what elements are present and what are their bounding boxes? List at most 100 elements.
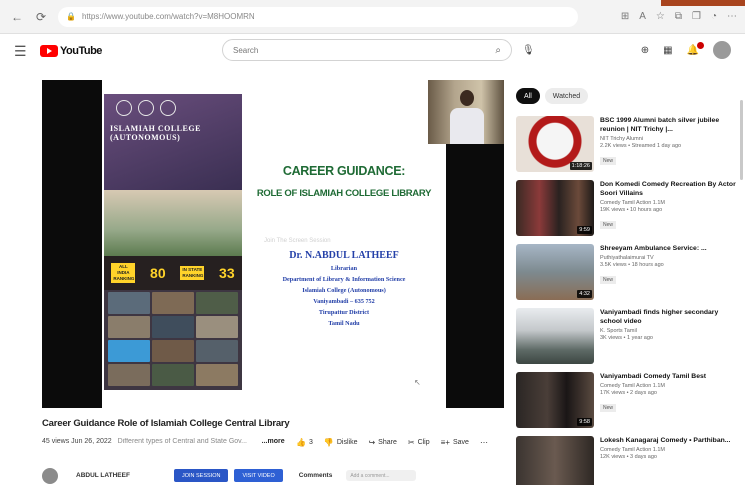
tab-grid-icon[interactable]: ⊞ [621, 11, 629, 22]
profile-icon[interactable]: ◔ [711, 11, 717, 22]
recommendation-title[interactable]: Shreeyam Ambulance Service: ... [600, 244, 742, 253]
recommendation-item[interactable]: 1:18:26 BSC 1999 Alumni batch silver jub… [516, 116, 745, 174]
photo-tile [196, 316, 238, 338]
video-actions: 👍 3 👎 Dislike ↪ Share ✂ Clip ≡+ Save ⋯ [296, 438, 488, 447]
recommendation-title[interactable]: Vaniyambadi Comedy Tamil Best [600, 372, 742, 381]
save-button[interactable]: ≡+ Save [441, 438, 469, 447]
slide-content: CAREER GUIDANCE: ROLE OF ISLAMIAH COLLEG… [242, 80, 446, 408]
recommendation-title[interactable]: BSC 1999 Alumni batch silver jubilee reu… [600, 116, 742, 134]
save-label: Save [452, 439, 469, 446]
video-duration: 1:18:26 [569, 162, 592, 170]
recommendation-item[interactable]: 9:58 Vaniyambadi Comedy Tamil Best Comed… [516, 372, 745, 430]
video-thumbnail[interactable]: 9:59 [516, 180, 594, 236]
speaker-head [460, 90, 474, 106]
photo-tile [108, 316, 150, 338]
recommendation-channel[interactable]: Puthiyathalaimurai TV [600, 255, 742, 261]
video-duration: 9:59 [577, 226, 592, 234]
video-duration: 4:32 [577, 290, 592, 298]
clip-button[interactable]: ✂ Clip [408, 438, 430, 447]
search-input[interactable]: Search ⌕ [222, 39, 512, 61]
recommendation-item[interactable]: Lokesh Kanagaraj Comedy • Parthiban... C… [516, 436, 745, 485]
url-text: https://www.youtube.com/watch?v=M8HOOMRN [81, 12, 255, 21]
ranking-value-1: 80 [150, 265, 166, 281]
address-bar[interactable]: 🔒 https://www.youtube.com/watch?v=M8HOOM… [58, 6, 578, 27]
more-icon[interactable]: ⋯ [727, 11, 737, 22]
recommendation-item[interactable]: 4:32 Shreeyam Ambulance Service: ... Put… [516, 244, 745, 302]
presenter-district: Tirupattur District [318, 309, 370, 316]
video-meta[interactable]: 45 views Jun 26, 2022 Different types of… [42, 438, 285, 445]
channel-avatar[interactable] [42, 467, 58, 484]
browser-toolbar: ← ⟳ 🔒 https://www.youtube.com/watch?v=M8… [0, 0, 745, 34]
account-avatar[interactable] [713, 41, 731, 59]
comment-input[interactable]: Add a comment... [346, 470, 417, 481]
letterbox-right [446, 144, 504, 408]
more-actions-button[interactable]: ⋯ [480, 438, 488, 447]
notifications-icon[interactable]: 🔔 [687, 41, 704, 56]
recommendation-item[interactable]: Vaniyambadi finds higher secondary schoo… [516, 308, 745, 366]
refresh-icon[interactable]: ⟳ [32, 8, 50, 26]
share-label: Share [378, 439, 397, 446]
youtube-play-icon [40, 45, 58, 57]
show-more-link[interactable]: ...more [262, 438, 285, 445]
back-icon[interactable]: ← [8, 8, 26, 26]
like-count: 3 [308, 439, 313, 446]
create-icon[interactable]: ⊕ [641, 45, 649, 56]
ranking-label-2: IN STATE RANKING [180, 266, 205, 280]
video-thumbnail[interactable] [516, 308, 594, 364]
clip-label: Clip [417, 439, 430, 446]
video-thumbnail[interactable]: 4:32 [516, 244, 594, 300]
youtube-header: ☰ YouTube Search ⌕ 🎙 ⊕ ▦ 🔔 [0, 34, 745, 68]
slide-title: CAREER GUIDANCE: [282, 164, 406, 178]
recommendation-title[interactable]: Vaniyambadi finds higher secondary schoo… [600, 308, 742, 326]
presenter-name: Dr. N.ABDUL LATHEEF [289, 250, 399, 261]
youtube-logo[interactable]: YouTube [40, 45, 102, 57]
recommendation-channel[interactable]: Comedy Tamil Action 1.1M [600, 383, 742, 389]
recommendation-title[interactable]: Lokesh Kanagaraj Comedy • Parthiban... [600, 436, 742, 445]
recommendation-channel[interactable]: Comedy Tamil Action 1.1M [600, 447, 742, 453]
presenter-college: Islamiah College (Autonomous) [302, 287, 386, 294]
video-player[interactable]: ISLAMIAH COLLEGE (AUTONOMOUS) ALL INDIA … [42, 80, 504, 408]
hamburger-menu-icon[interactable]: ☰ [14, 43, 32, 60]
photo-tile [152, 292, 194, 314]
search-icon[interactable]: ⌕ [495, 45, 501, 56]
chip-all[interactable]: All [516, 88, 540, 104]
video-thumbnail[interactable] [516, 436, 594, 485]
presenter-role: Librarian [330, 265, 358, 272]
recommendation-title[interactable]: Don Komedi Comedy Recreation By Actor So… [600, 180, 742, 198]
search-placeholder: Search [233, 45, 259, 55]
page-scrollbar[interactable] [740, 100, 743, 180]
webcam-overlay [428, 80, 504, 144]
visit-button[interactable]: VISIT VIDEO [234, 469, 283, 482]
video-thumbnail[interactable]: 1:18:26 [516, 116, 594, 172]
apps-icon[interactable]: ▦ [663, 45, 672, 56]
recommendation-item[interactable]: 9:59 Don Komedi Comedy Recreation By Act… [516, 180, 745, 238]
join-button[interactable]: JOIN SESSION [173, 469, 229, 482]
collections-icon[interactable]: ❐ [692, 11, 701, 22]
filter-chips: All Watched [516, 88, 589, 104]
recommendation-channel[interactable]: Comedy Tamil Action 1.1M [600, 200, 742, 206]
college-building-image [104, 190, 242, 256]
video-thumbnail[interactable]: 9:58 [516, 372, 594, 428]
photo-tile [152, 364, 194, 386]
channel-name[interactable]: ABDUL LATHEEF [76, 472, 130, 479]
browser-extensions: ⊞ A ☆ ⧉ ❐ ◔ ⋯ [621, 11, 737, 22]
photo-tile [196, 292, 238, 314]
recommendation-channel[interactable]: K. Sports Tamil [600, 328, 742, 334]
recommendation-channel[interactable]: NIT Trichy Alumni [600, 136, 742, 142]
favorites-icon[interactable]: ☆ [656, 11, 665, 22]
notification-badge [697, 41, 704, 49]
recommendation-stats: 3K views • 1 year ago [600, 335, 653, 341]
microphone-icon[interactable]: 🎙 [522, 45, 535, 56]
video-duration: 9:58 [577, 418, 592, 426]
like-button[interactable]: 👍 3 [296, 438, 313, 447]
emblem-icon [138, 100, 154, 116]
extensions-icon[interactable]: ⧉ [675, 11, 682, 22]
new-badge: New [600, 221, 617, 229]
slide-subtitle: ROLE OF ISLAMIAH COLLEGE LIBRARY [256, 188, 432, 199]
chip-watched[interactable]: Watched [544, 88, 589, 104]
share-button[interactable]: ↪ Share [368, 438, 396, 447]
photo-tile [152, 316, 194, 338]
photo-tile [108, 364, 150, 386]
read-aloud-icon[interactable]: A [639, 11, 646, 22]
dislike-button[interactable]: 👎 Dislike [324, 438, 358, 447]
